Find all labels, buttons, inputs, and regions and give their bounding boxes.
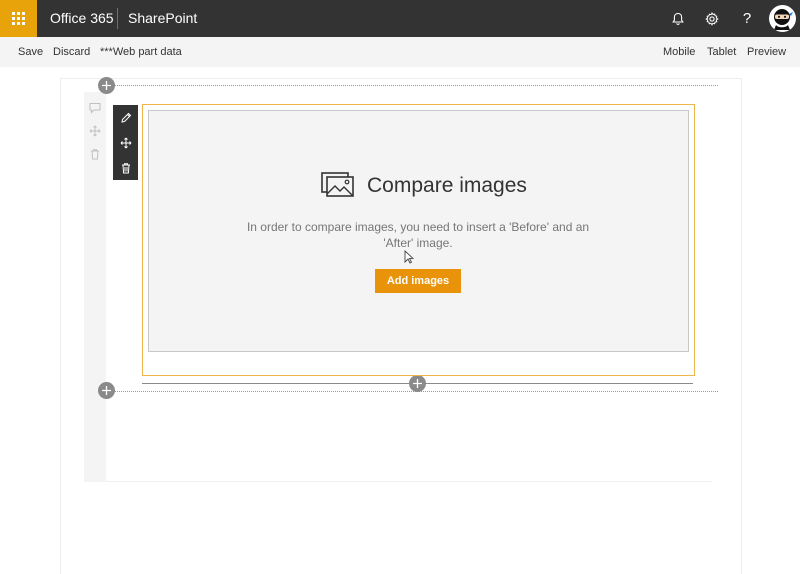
section-divider-bottom: [107, 391, 718, 392]
suite-bar: Office 365 SharePoint ?: [0, 0, 800, 37]
plus-icon: [102, 81, 111, 90]
add-webpart-button[interactable]: [409, 375, 426, 392]
section-comment-button[interactable]: [89, 101, 101, 114]
help-button[interactable]: ?: [730, 0, 764, 37]
edit-webpart-button[interactable]: [113, 105, 138, 130]
delete-icon: [121, 162, 130, 173]
mouse-cursor-icon: [404, 249, 415, 269]
waffle-icon: [12, 12, 25, 25]
plus-icon: [413, 379, 422, 388]
ninja-avatar-icon: [769, 5, 796, 32]
plus-icon: [102, 386, 111, 395]
section-bottom-border: [106, 481, 712, 482]
office-365-link[interactable]: Office 365: [50, 0, 114, 37]
add-section-top-button[interactable]: [98, 77, 115, 94]
comment-icon: [89, 103, 101, 114]
notifications-button[interactable]: [661, 0, 695, 37]
add-images-button[interactable]: Add images: [375, 269, 461, 293]
section-delete-button[interactable]: [89, 147, 101, 160]
move-icon: [89, 125, 101, 137]
tablet-preview-button[interactable]: Tablet: [707, 37, 736, 67]
app-launcher-button[interactable]: [0, 0, 37, 37]
avatar[interactable]: [769, 5, 796, 32]
sharepoint-link[interactable]: SharePoint: [128, 0, 197, 37]
edit-icon: [120, 112, 131, 123]
preview-button[interactable]: Preview: [747, 37, 786, 67]
section-move-button[interactable]: [89, 124, 101, 137]
settings-button[interactable]: [695, 0, 729, 37]
command-bar: Save Discard ***Web part data Mobile Tab…: [0, 37, 800, 67]
image-icon: [321, 172, 355, 203]
help-icon: ?: [742, 10, 752, 27]
gear-icon: [705, 11, 719, 26]
brand-divider: [117, 8, 118, 29]
bell-icon: [672, 12, 684, 25]
section-divider-top: [107, 85, 718, 86]
placeholder-description: In order to compare images, you need to …: [246, 220, 590, 250]
placeholder-title: Compare images: [367, 174, 527, 197]
move-webpart-button[interactable]: [113, 130, 138, 155]
move-icon: [120, 137, 131, 148]
delete-webpart-button[interactable]: [113, 155, 138, 180]
discard-button[interactable]: Discard: [53, 37, 90, 67]
add-section-bottom-button[interactable]: [98, 382, 115, 399]
delete-icon: [91, 149, 99, 160]
save-button[interactable]: Save: [18, 37, 43, 67]
webpart-toolbar: [113, 105, 138, 180]
page-title: ***Web part data: [100, 46, 182, 58]
mobile-preview-button[interactable]: Mobile: [663, 37, 695, 67]
